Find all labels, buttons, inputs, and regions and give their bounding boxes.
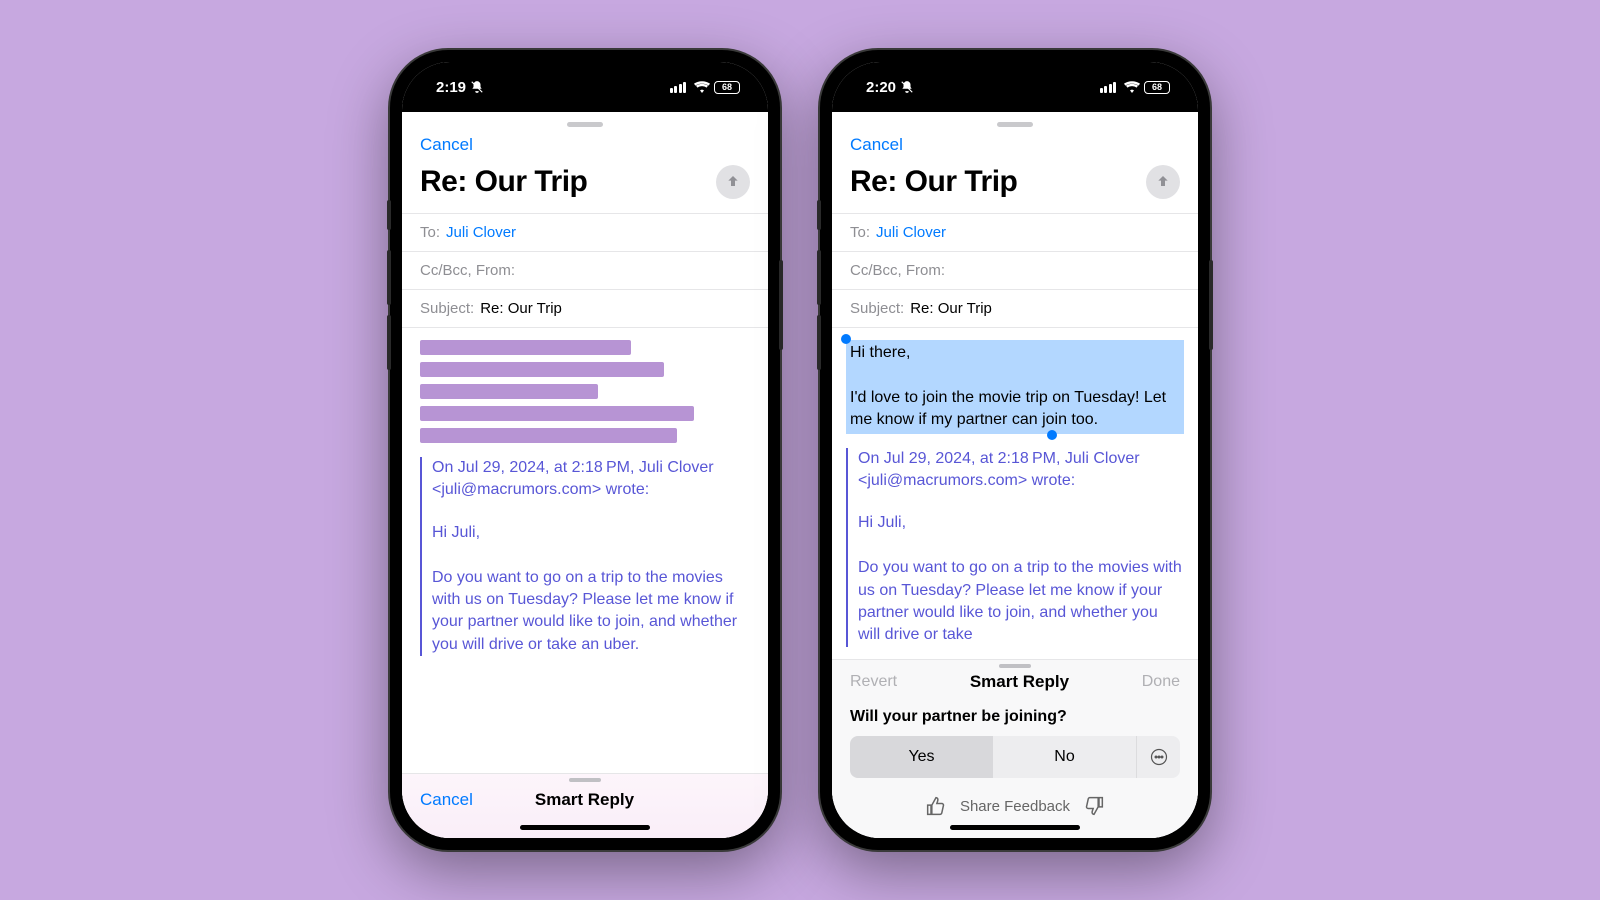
compose-sheet: Cancel Re: Our Trip To: Juli Clover Cc/B…: [402, 112, 768, 838]
selection-start-handle[interactable]: [841, 334, 851, 344]
cc-bcc-from-field[interactable]: Cc/Bcc, From:: [832, 251, 1198, 289]
more-options-button[interactable]: [1136, 736, 1180, 778]
compose-sheet: Cancel Re: Our Trip To: Juli Clover Cc/B…: [832, 112, 1198, 838]
cc-label: Cc/Bcc, From:: [850, 262, 945, 279]
arrow-up-icon: [725, 174, 741, 190]
cancel-button[interactable]: Cancel: [420, 135, 473, 155]
cancel-button[interactable]: Cancel: [850, 135, 903, 155]
wifi-icon: [1124, 81, 1140, 93]
answer-yes-button[interactable]: Yes: [850, 736, 993, 778]
quote-greeting: Hi Juli,: [858, 512, 1184, 534]
right-screen: 2:20 68 Cancel Re: Our Trip: [832, 62, 1198, 838]
compose-title: Re: Our Trip: [420, 165, 587, 199]
status-time: 2:19: [436, 79, 466, 96]
cc-label: Cc/Bcc, From:: [420, 262, 515, 279]
ellipsis-circle-icon: [1150, 748, 1168, 766]
right-phone-frame: 2:20 68 Cancel Re: Our Trip: [820, 50, 1210, 850]
subject-value: Re: Our Trip: [480, 300, 562, 317]
battery-icon: 68: [1144, 81, 1170, 94]
message-body[interactable]: Hi there, I'd love to join the movie tri…: [832, 327, 1198, 659]
quote-header: On Jul 29, 2024, at 2:18 PM, Juli Clover…: [432, 457, 750, 502]
to-value: Juli Clover: [876, 224, 946, 241]
send-button[interactable]: [1146, 165, 1180, 199]
followup-question: Will your partner be joining?: [850, 708, 1180, 726]
quoted-message: On Jul 29, 2024, at 2:18 PM, Juli Clover…: [420, 457, 750, 656]
smart-reply-title: Smart Reply: [970, 672, 1069, 692]
wifi-icon: [694, 81, 710, 93]
bar-grabber[interactable]: [569, 778, 601, 782]
to-label: To:: [420, 224, 440, 241]
quote-body: Do you want to go on a trip to the movie…: [432, 567, 750, 657]
reply-greeting: Hi there,: [850, 342, 1180, 364]
subject-label: Subject:: [420, 300, 474, 317]
quote-body: Do you want to go on a trip to the movie…: [858, 557, 1184, 647]
status-time: 2:20: [866, 79, 896, 96]
smart-reply-panel: Revert Smart Reply Done Will your partne…: [832, 659, 1198, 838]
arrow-up-icon: [1155, 174, 1171, 190]
smart-reply-title: Smart Reply: [535, 790, 634, 810]
quoted-message: On Jul 29, 2024, at 2:18 PM, Juli Clover…: [846, 448, 1184, 647]
thumbs-up-icon[interactable]: [926, 796, 946, 816]
smart-reply-cancel-button[interactable]: Cancel: [420, 790, 473, 810]
compose-title: Re: Our Trip: [850, 165, 1017, 199]
to-field[interactable]: To: Juli Clover: [402, 213, 768, 251]
silent-bell-icon: [470, 80, 484, 94]
done-button[interactable]: Done: [1142, 673, 1180, 691]
silent-bell-icon: [900, 80, 914, 94]
status-bar: 2:19 68: [402, 62, 768, 112]
subject-field[interactable]: Subject: Re: Our Trip: [402, 289, 768, 327]
left-phone-frame: 2:19 68 Cancel Re: Our Trip: [390, 50, 780, 850]
smart-reply-placeholder: [420, 340, 750, 443]
subject-label: Subject:: [850, 300, 904, 317]
panel-grabber[interactable]: [999, 664, 1031, 668]
cellular-bars-icon: [1100, 82, 1117, 93]
share-feedback-button[interactable]: Share Feedback: [960, 798, 1070, 815]
status-bar: 2:20 68: [832, 62, 1198, 112]
to-value: Juli Clover: [446, 224, 516, 241]
cellular-bars-icon: [670, 82, 687, 93]
selection-end-handle[interactable]: [1047, 430, 1057, 440]
to-field[interactable]: To: Juli Clover: [832, 213, 1198, 251]
quote-header: On Jul 29, 2024, at 2:18 PM, Juli Clover…: [858, 448, 1184, 493]
revert-button[interactable]: Revert: [850, 673, 897, 691]
subject-value: Re: Our Trip: [910, 300, 992, 317]
home-indicator[interactable]: [950, 825, 1080, 830]
battery-icon: 68: [714, 81, 740, 94]
thumbs-down-icon[interactable]: [1084, 796, 1104, 816]
to-label: To:: [850, 224, 870, 241]
left-screen: 2:19 68 Cancel Re: Our Trip: [402, 62, 768, 838]
subject-field[interactable]: Subject: Re: Our Trip: [832, 289, 1198, 327]
home-indicator[interactable]: [520, 825, 650, 830]
quote-greeting: Hi Juli,: [432, 522, 750, 544]
answer-no-button[interactable]: No: [993, 736, 1136, 778]
send-button[interactable]: [716, 165, 750, 199]
generated-reply-selection[interactable]: Hi there, I'd love to join the movie tri…: [846, 340, 1184, 434]
message-body[interactable]: On Jul 29, 2024, at 2:18 PM, Juli Clover…: [402, 327, 768, 773]
reply-body: I'd love to join the movie trip on Tuesd…: [850, 387, 1180, 432]
cc-bcc-from-field[interactable]: Cc/Bcc, From:: [402, 251, 768, 289]
feedback-row: Share Feedback: [850, 796, 1180, 816]
